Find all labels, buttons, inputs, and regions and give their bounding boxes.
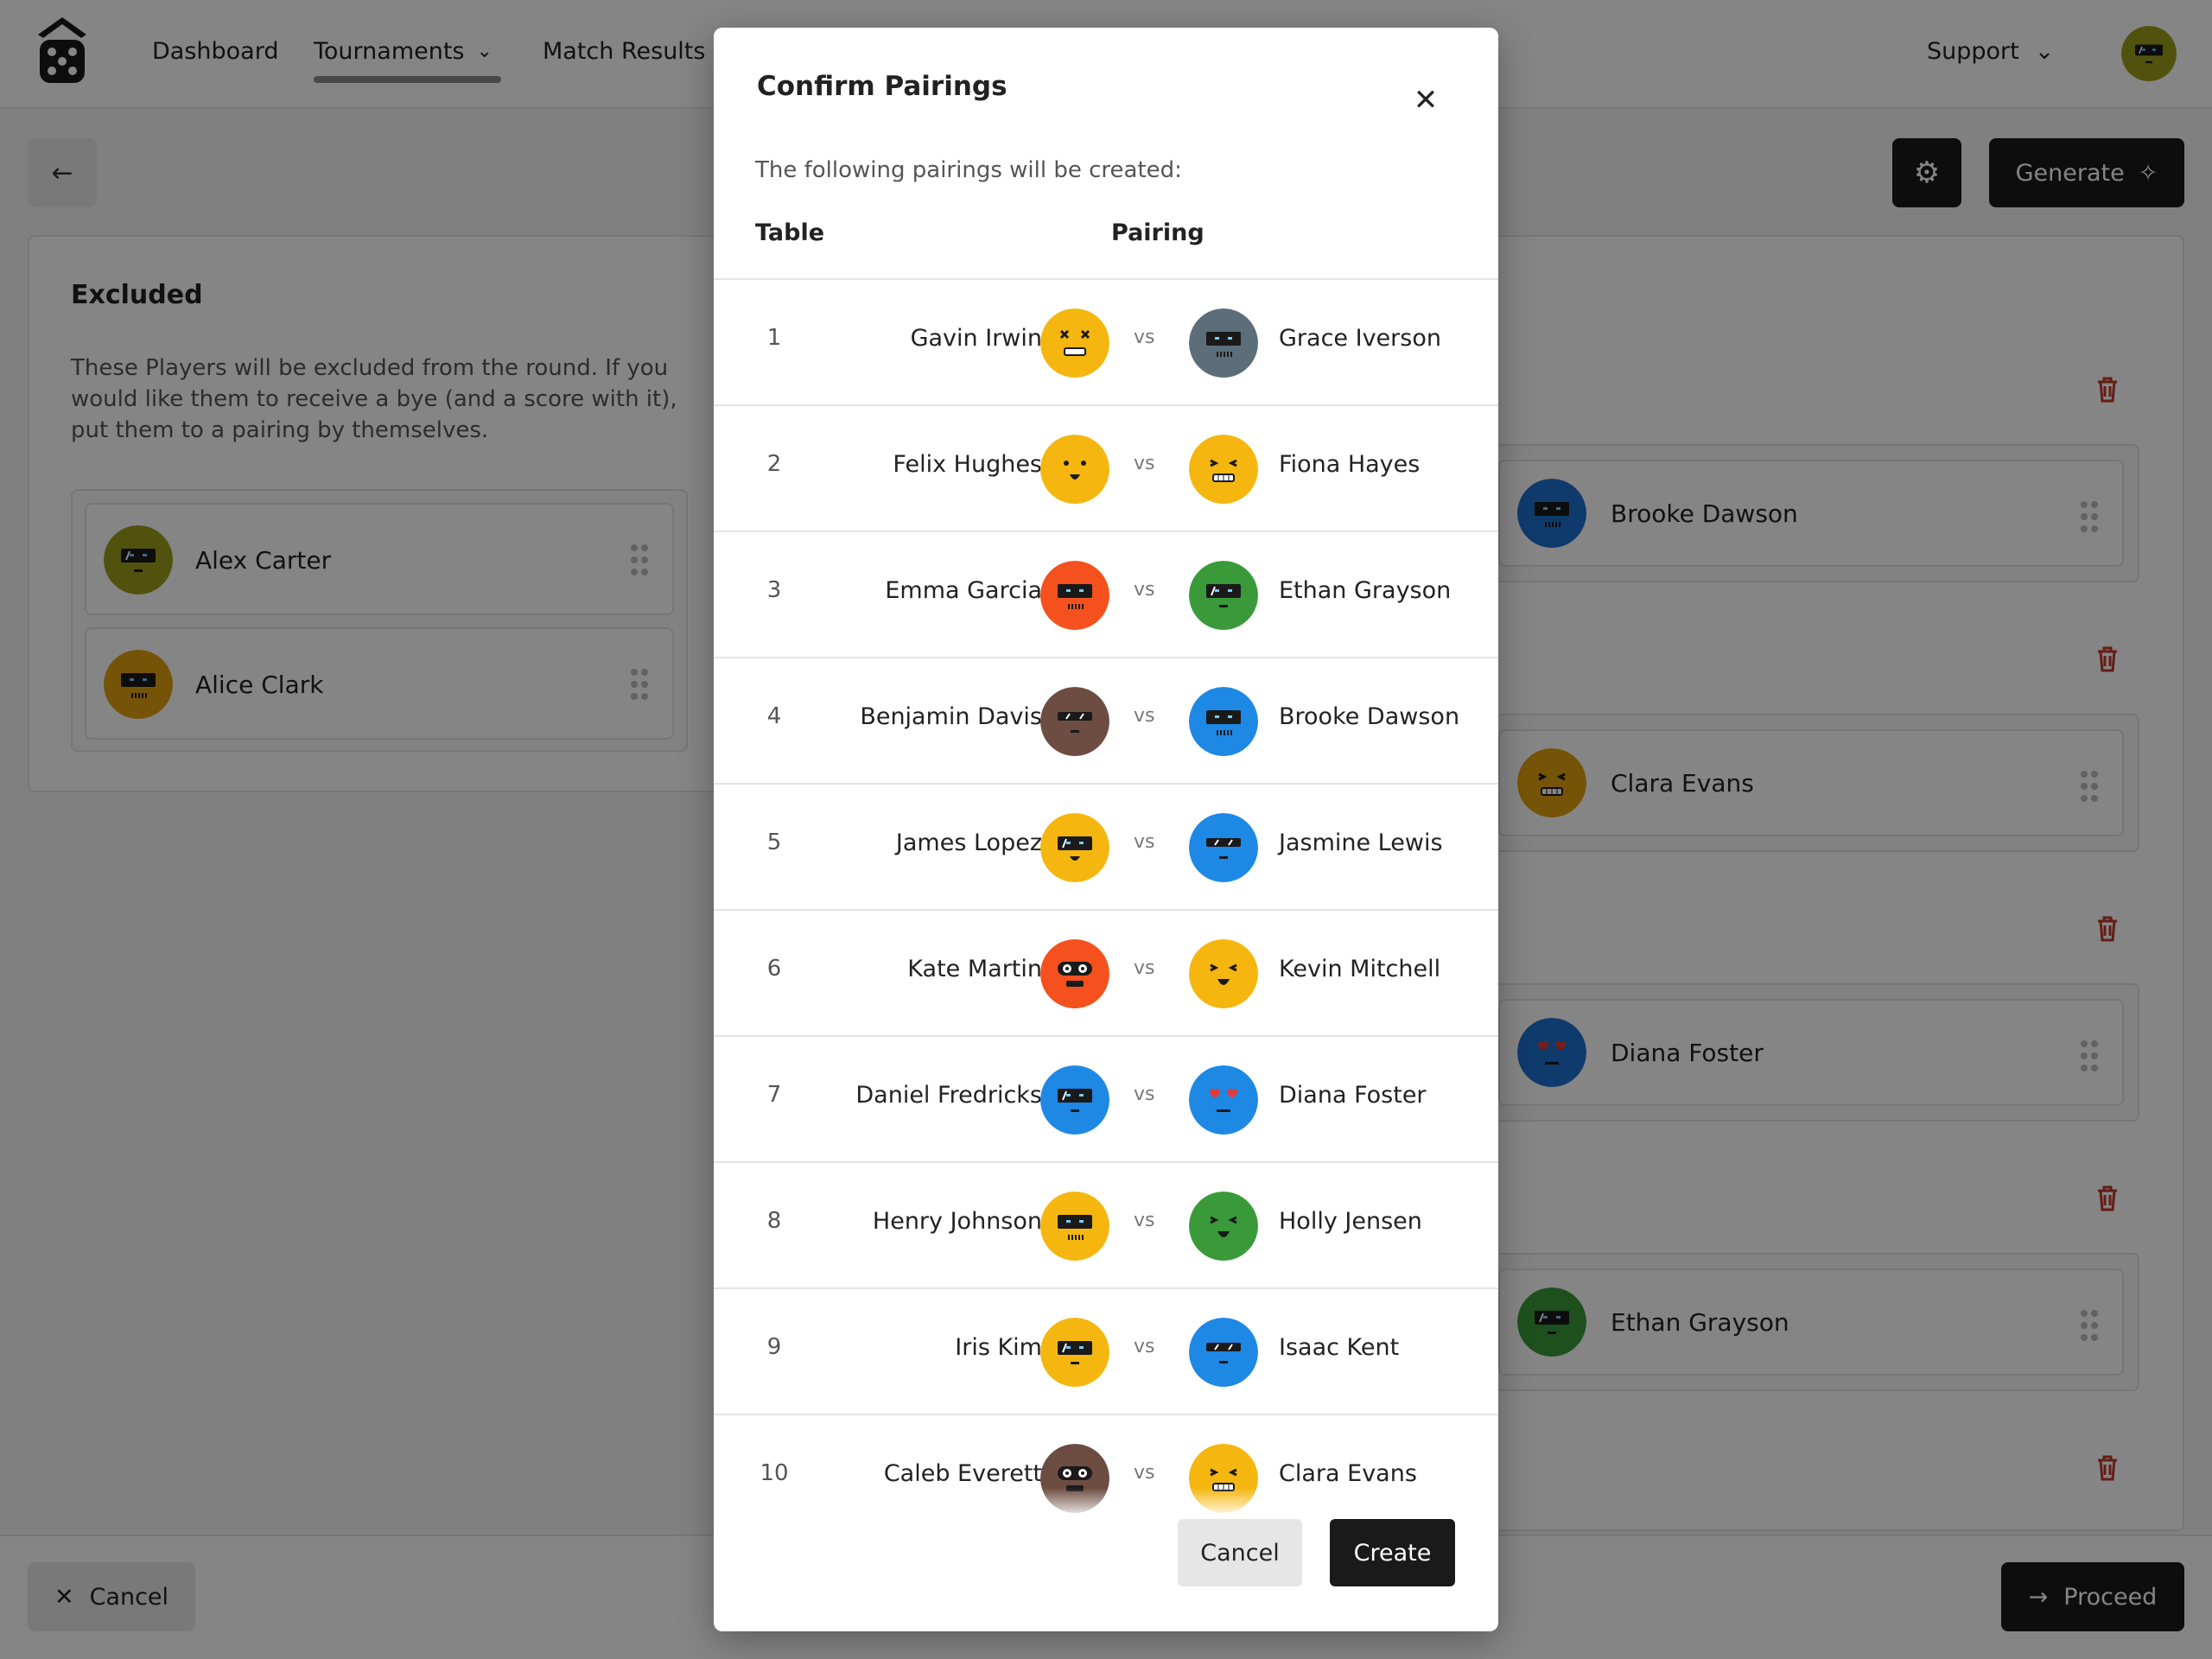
- player-one-name: Benjamin Davis: [860, 703, 1042, 730]
- player-two-name: Isaac Kent: [1279, 1334, 1400, 1361]
- player-two-name: Holly Jensen: [1279, 1208, 1422, 1235]
- pairing-row: 1 Gavin Irwin vs Grace Iverson: [714, 280, 1498, 406]
- create-button[interactable]: Create: [1330, 1519, 1455, 1586]
- column-header-pairing: Pairing: [1111, 219, 1205, 246]
- player-two-name: Diana Foster: [1279, 1082, 1427, 1109]
- pairing-row: 4 Benjamin Davis vs Brooke Dawson: [714, 658, 1498, 785]
- column-header-table: Table: [755, 219, 825, 246]
- create-button-label: Create: [1353, 1539, 1432, 1567]
- table-number: 2: [766, 451, 782, 477]
- player-one-avatar: [1040, 435, 1109, 504]
- pairing-row: 6 Kate Martin vs Kevin Mitchell: [714, 911, 1498, 1037]
- pairing-row: 9 Iris Kim vs Isaac Kent: [714, 1289, 1498, 1415]
- player-two-name: Grace Iverson: [1279, 325, 1441, 352]
- dialog-cancel-button[interactable]: Cancel: [1178, 1519, 1302, 1586]
- table-number: 8: [766, 1208, 782, 1234]
- player-one-name: Iris Kim: [955, 1334, 1042, 1361]
- vs-label: vs: [1134, 705, 1155, 727]
- scroll-fade: [714, 1488, 1498, 1519]
- vs-label: vs: [1134, 1210, 1155, 1231]
- player-two-avatar: [1189, 939, 1258, 1008]
- table-number: 7: [766, 1082, 782, 1108]
- player-two-name: Fiona Hayes: [1279, 451, 1421, 478]
- player-one-name: Henry Johnson: [872, 1208, 1042, 1235]
- vs-label: vs: [1134, 453, 1155, 474]
- pairing-row: 2 Felix Hughes vs Fiona Hayes: [714, 406, 1498, 532]
- player-two-avatar: [1189, 813, 1258, 882]
- close-icon[interactable]: ✕: [1405, 79, 1446, 121]
- player-one-avatar: [1040, 1192, 1109, 1261]
- player-one-name: Caleb Everett: [883, 1460, 1042, 1487]
- player-one-avatar: [1040, 308, 1109, 378]
- player-two-name: Kevin Mitchell: [1279, 956, 1441, 982]
- vs-label: vs: [1134, 327, 1155, 348]
- player-two-avatar: [1189, 561, 1258, 630]
- player-one-name: Gavin Irwin: [910, 325, 1042, 352]
- vs-label: vs: [1134, 1462, 1155, 1484]
- vs-label: vs: [1134, 1084, 1155, 1105]
- table-number: 5: [766, 830, 782, 855]
- player-one-name: Felix Hughes: [893, 451, 1042, 478]
- confirm-pairings-dialog: Confirm Pairings ✕ The following pairing…: [714, 28, 1498, 1631]
- table-number: 6: [766, 956, 782, 982]
- player-one-avatar: [1040, 1065, 1109, 1135]
- player-two-name: Clara Evans: [1279, 1460, 1417, 1487]
- player-two-avatar: [1189, 435, 1258, 504]
- pairing-row: 5 James Lopez vs Jasmine Lewis: [714, 785, 1498, 911]
- dialog-cancel-label: Cancel: [1200, 1539, 1280, 1567]
- dialog-subtitle: The following pairings will be created:: [755, 157, 1182, 183]
- player-one-name: Emma Garcia: [885, 577, 1042, 604]
- table-number: 4: [766, 703, 782, 729]
- player-one-name: Daniel Fredricks: [855, 1082, 1042, 1109]
- table-number: 10: [760, 1460, 789, 1486]
- player-two-avatar: [1189, 1192, 1258, 1261]
- vs-label: vs: [1134, 1336, 1155, 1357]
- table-number: 1: [766, 325, 782, 351]
- table-number: 9: [766, 1334, 782, 1360]
- player-two-name: Ethan Grayson: [1279, 577, 1452, 604]
- vs-label: vs: [1134, 579, 1155, 601]
- player-one-name: Kate Martin: [907, 956, 1042, 982]
- pairing-row: 3 Emma Garcia vs Ethan Grayson: [714, 532, 1498, 658]
- vs-label: vs: [1134, 831, 1155, 853]
- player-two-name: Jasmine Lewis: [1279, 830, 1443, 856]
- player-one-avatar: [1040, 687, 1109, 756]
- table-number: 3: [766, 577, 782, 603]
- pairing-row: 7 Daniel Fredricks vs Diana Foster: [714, 1037, 1498, 1163]
- dialog-title: Confirm Pairings: [757, 71, 1007, 102]
- player-one-avatar: [1040, 561, 1109, 630]
- vs-label: vs: [1134, 957, 1155, 979]
- pairing-row: 8 Henry Johnson vs Holly Jensen: [714, 1163, 1498, 1289]
- pairings-list[interactable]: 1 Gavin Irwin vs Grace Iverson 2 Felix Hughes…: [714, 278, 1498, 1519]
- player-two-avatar: [1189, 1318, 1258, 1387]
- player-two-name: Brooke Dawson: [1279, 703, 1460, 730]
- player-two-avatar: [1189, 1065, 1258, 1135]
- player-one-avatar: [1040, 813, 1109, 882]
- player-one-avatar: [1040, 1318, 1109, 1387]
- player-one-name: James Lopez: [895, 830, 1042, 856]
- player-two-avatar: [1189, 308, 1258, 378]
- player-two-avatar: [1189, 687, 1258, 756]
- player-one-avatar: [1040, 939, 1109, 1008]
